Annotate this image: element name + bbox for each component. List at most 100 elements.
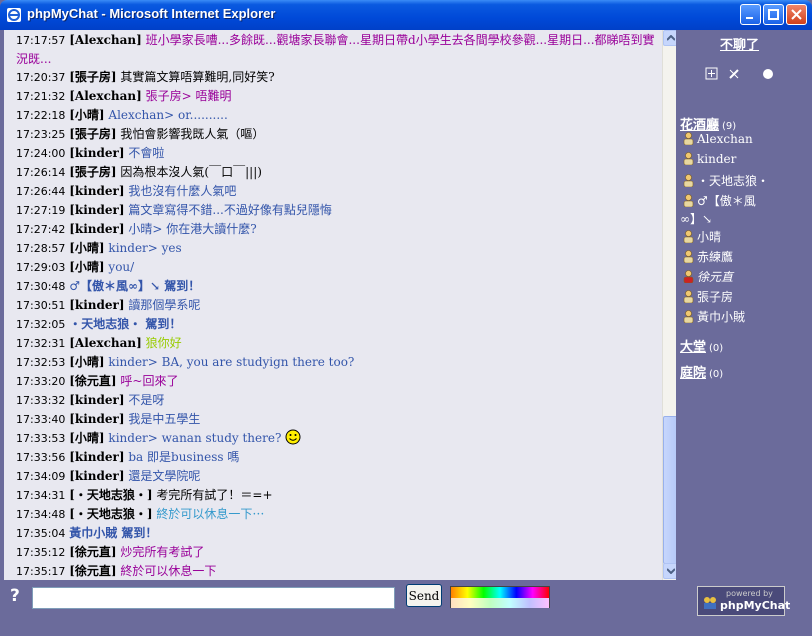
message-text: kinder> wanan study there? (108, 431, 282, 445)
powered-by-badge[interactable]: powered by phpMyChat (697, 586, 790, 616)
message-nick[interactable]: [張子房] (69, 127, 116, 141)
maximize-button[interactable] (763, 4, 784, 25)
input-bar: ? Send powered by phpMyChat (0, 580, 812, 636)
color-picker[interactable] (450, 586, 550, 608)
message-nick[interactable]: [kinder] (69, 146, 124, 160)
message-time: 17:21:32 (16, 90, 66, 103)
message-nick[interactable]: [小晴] (69, 355, 104, 369)
user-list-item[interactable]: kinder (682, 152, 736, 166)
color-spectrum[interactable] (451, 587, 549, 598)
color-shades[interactable] (451, 598, 549, 608)
message-text: 還是文學院呢 (128, 469, 201, 483)
chat-message: 17:24:00 [kinder] 不會啦 (16, 144, 662, 163)
circle-icon[interactable] (763, 69, 773, 79)
chat-message: 17:21:32 [Alexchan] 張子房> 唔難明 (16, 87, 662, 106)
message-text: ♂【傲＊風∞】↘ 駕到！ (69, 279, 201, 293)
minimize-button[interactable] (740, 4, 761, 25)
message-nick[interactable]: [・天地志狼・] (69, 507, 152, 521)
chat-scrollbar[interactable] (662, 30, 676, 580)
send-button[interactable]: Send (406, 584, 442, 607)
message-nick[interactable]: [Alexchan] (69, 33, 142, 47)
leave-chat-link[interactable]: 不聊了 (720, 34, 759, 53)
message-nick[interactable]: [徐元直] (69, 564, 116, 578)
user-list-item[interactable]: ♂【傲＊風 (682, 192, 756, 209)
message-nick[interactable]: [kinder] (69, 298, 124, 312)
chat-message: 17:27:42 [kinder] 小晴> 你在港大讀什麼? (16, 220, 662, 239)
user-icon (683, 132, 694, 145)
message-time: 17:33:56 (16, 451, 66, 464)
user-icon (683, 290, 694, 303)
user-name: 黃巾小賊 (697, 310, 746, 324)
close-button[interactable] (786, 4, 807, 25)
user-icon (683, 152, 694, 165)
plus-box-icon[interactable] (705, 67, 718, 80)
message-time: 17:26:44 (16, 185, 66, 198)
message-nick[interactable]: [kinder] (69, 203, 124, 217)
message-nick[interactable]: [徐元直] (69, 545, 116, 559)
user-list-item[interactable]: ・天地志狼・ (682, 172, 769, 189)
scroll-up-button[interactable] (663, 30, 676, 46)
window-title: phpMyChat - Microsoft Internet Explorer (27, 6, 276, 21)
message-time: 17:24:00 (16, 147, 66, 160)
user-list-item[interactable]: 徐元直 (682, 268, 733, 285)
user-list-item[interactable]: 小晴 (682, 228, 721, 245)
chat-message: 17:33:40 [kinder] 我是中五學生 (16, 410, 662, 429)
message-nick[interactable]: [張子房] (69, 165, 116, 179)
scroll-thumb[interactable] (663, 416, 676, 564)
chat-message: 17:32:31 [Alexchan] 狼你好 (16, 334, 662, 353)
message-nick[interactable]: [徐元直] (69, 374, 116, 388)
message-nick[interactable]: [kinder] (69, 412, 124, 426)
message-time: 17:34:31 (16, 489, 66, 502)
message-nick[interactable]: [kinder] (69, 222, 124, 236)
chat-message: 17:27:19 [kinder] 篇文章寫得不錯...不過好像有點兒隱悔 (16, 201, 662, 220)
chevron-up-icon (667, 35, 675, 41)
user-sidebar: 不聊了 花酒廳 (9) 大堂 (0) 庭院 (0) Alexchan kinder ・天地志狼・… (676, 30, 812, 580)
message-nick[interactable]: [kinder] (69, 393, 124, 407)
message-input[interactable] (32, 587, 395, 609)
scroll-down-button[interactable] (663, 563, 676, 579)
help-button[interactable]: ? (10, 586, 20, 606)
message-time: 17:28:57 (16, 242, 66, 255)
message-nick[interactable]: [kinder] (69, 184, 124, 198)
message-nick[interactable]: [小晴] (69, 108, 104, 122)
user-list-item[interactable]: 赤練鷹 (682, 248, 733, 265)
user-list-item[interactable]: 黃巾小賊 (682, 308, 745, 325)
message-text: 呼~回來了 (120, 374, 179, 388)
room-title[interactable]: 大堂 (0) (680, 336, 723, 355)
message-text: 張子房> 唔難明 (145, 89, 232, 103)
user-icon (683, 174, 694, 187)
message-text: 炒完所有考試了 (120, 545, 205, 559)
user-list-item[interactable]: 張子房 (682, 288, 733, 305)
message-time: 17:35:04 (16, 527, 66, 540)
message-nick[interactable]: [・天地志狼・] (69, 488, 152, 502)
pen-icon[interactable] (729, 69, 739, 79)
user-icon (683, 310, 694, 323)
ie-icon (7, 8, 21, 22)
user-list-item[interactable]: Alexchan (682, 132, 753, 146)
chat-message: 17:29:03 [小晴] you/ (16, 258, 662, 277)
room-title[interactable]: 花酒廳 (9) (680, 114, 736, 133)
message-nick[interactable]: [kinder] (69, 450, 124, 464)
message-text: 終於可以休息一下⋯ (156, 507, 265, 521)
title-bar[interactable]: phpMyChat - Microsoft Internet Explorer (0, 0, 812, 30)
user-list-item[interactable]: ∞】↘ (680, 210, 712, 227)
message-nick[interactable]: [小晴] (69, 431, 104, 445)
message-nick[interactable]: [小晴] (69, 241, 104, 255)
message-nick[interactable]: [小晴] (69, 260, 104, 274)
message-time: 17:29:03 (16, 261, 66, 274)
message-text: 狼你好 (145, 336, 182, 350)
message-text: 考完所有試了！＝=+ (156, 488, 273, 502)
message-nick[interactable]: [Alexchan] (69, 89, 142, 103)
user-name: Alexchan (697, 132, 753, 146)
message-time: 17:17:57 (16, 34, 66, 47)
message-nick[interactable]: [Alexchan] (69, 336, 142, 350)
message-text: ・天地志狼・ 駕到！ (69, 317, 182, 331)
user-icon (683, 194, 694, 207)
message-nick[interactable]: [張子房] (69, 70, 116, 84)
room-title[interactable]: 庭院 (0) (680, 362, 723, 381)
user-name: 徐元直 (697, 270, 734, 284)
chat-message: 17:23:25 [張子房] 我怕會影響我既人氣（嘔） (16, 125, 662, 144)
message-text: kinder> yes (108, 241, 182, 255)
message-nick[interactable]: [kinder] (69, 469, 124, 483)
user-name: ♂【傲＊風 (697, 194, 756, 208)
